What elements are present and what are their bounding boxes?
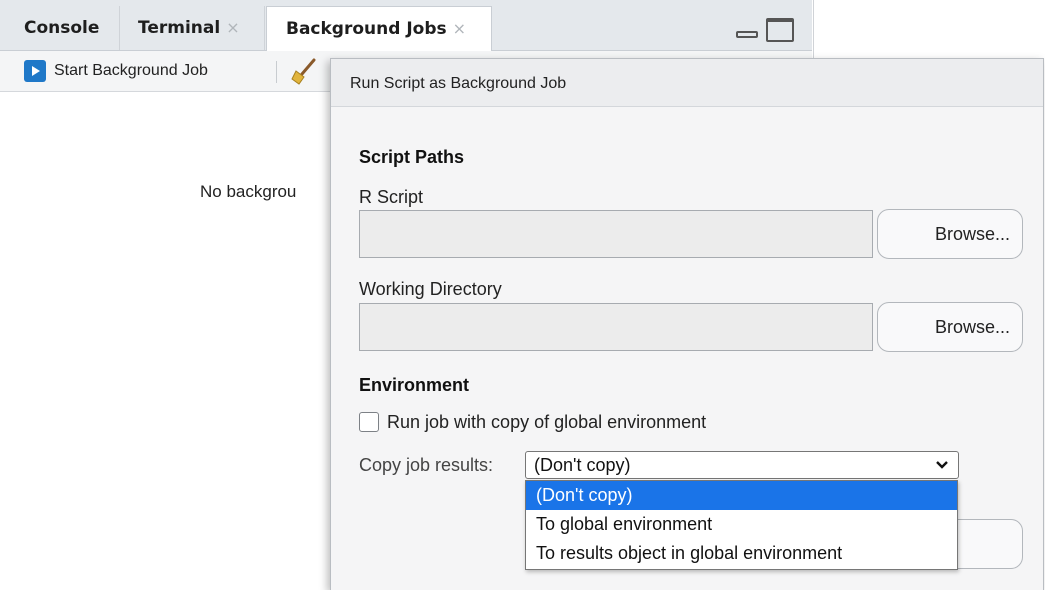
no-jobs-message: No backgrou bbox=[200, 182, 297, 201]
chevron-down-icon bbox=[935, 452, 949, 478]
working-directory-input[interactable] bbox=[359, 303, 873, 351]
r-script-input[interactable] bbox=[359, 210, 873, 258]
copy-env-row[interactable]: Run job with copy of global environment bbox=[359, 409, 706, 435]
browse-working-directory-button[interactable]: Browse... bbox=[877, 302, 1023, 352]
copy-env-label: Run job with copy of global environment bbox=[387, 411, 707, 432]
pane-tab-bar: Console Terminal × Background Jobs × bbox=[0, 0, 812, 51]
tab-console-label: Console bbox=[24, 18, 100, 38]
start-background-job-button[interactable]: Start Background Job bbox=[24, 59, 208, 83]
tab-background-jobs[interactable]: Background Jobs × bbox=[266, 6, 492, 51]
r-script-label: R Script bbox=[359, 187, 424, 207]
tab-terminal-label: Terminal bbox=[138, 18, 221, 38]
tab-background-jobs-label: Background Jobs bbox=[286, 19, 447, 39]
minimize-pane-icon[interactable] bbox=[736, 31, 758, 38]
broom-icon[interactable] bbox=[290, 57, 320, 85]
tab-terminal[interactable]: Terminal × bbox=[121, 6, 265, 50]
copy-results-label: Copy job results: bbox=[359, 455, 494, 475]
copy-results-selected-value: (Don't copy) bbox=[534, 455, 631, 475]
close-icon[interactable]: × bbox=[226, 18, 239, 37]
dropdown-option-global-env[interactable]: To global environment bbox=[526, 510, 957, 539]
browse-r-script-button[interactable]: Browse... bbox=[877, 209, 1023, 259]
copy-results-dropdown-list: (Don't copy) To global environment To re… bbox=[525, 480, 958, 570]
dropdown-option-results-object[interactable]: To results object in global environment bbox=[526, 539, 957, 568]
toolbar-divider bbox=[276, 61, 277, 83]
working-directory-label: Working Directory bbox=[359, 279, 502, 299]
copy-env-checkbox[interactable] bbox=[359, 412, 379, 432]
maximize-pane-icon[interactable] bbox=[766, 18, 794, 42]
start-background-job-label: Start Background Job bbox=[54, 62, 208, 79]
tab-console[interactable]: Console bbox=[0, 6, 120, 50]
close-icon[interactable]: × bbox=[453, 19, 466, 38]
dropdown-option-dont-copy[interactable]: (Don't copy) bbox=[526, 481, 957, 510]
play-icon bbox=[24, 60, 46, 82]
environment-heading: Environment bbox=[359, 375, 470, 395]
copy-results-select[interactable]: (Don't copy) bbox=[525, 451, 959, 479]
script-paths-heading: Script Paths bbox=[359, 147, 465, 167]
dialog-title: Run Script as Background Job bbox=[331, 59, 1043, 107]
